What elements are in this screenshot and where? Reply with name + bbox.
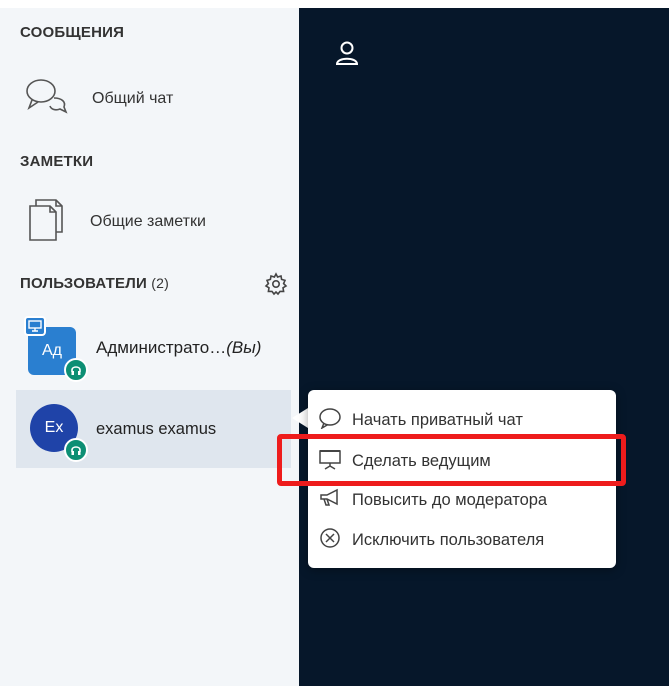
users-section-title: ПОЛЬЗОВАТЕЛИ (2) <box>20 275 169 292</box>
users-title-text: ПОЛЬЗОВАТЕЛИ <box>20 275 147 292</box>
notes-section-title: ЗАМЕТКИ <box>20 153 94 170</box>
user-row-admin[interactable]: Ад Администрато…(Вы) <box>16 312 291 390</box>
menu-item-remove-user[interactable]: Исключить пользователя <box>318 524 544 556</box>
user-icon[interactable] <box>335 40 359 71</box>
headset-icon <box>64 358 88 382</box>
shared-notes-label: Общие заметки <box>90 212 206 230</box>
chat-bubble-icon <box>318 407 352 434</box>
user-name-examus: examus examus <box>96 420 217 438</box>
menu-item-private-chat[interactable]: Начать приватный чат <box>318 404 523 436</box>
public-chat-item[interactable]: Общий чат <box>24 76 173 121</box>
users-count: (2) <box>151 275 170 291</box>
gear-icon[interactable] <box>264 272 288 301</box>
top-edge <box>0 0 669 8</box>
highlight-frame <box>277 434 626 486</box>
admin-name-text: Администрато… <box>96 338 227 357</box>
user-row-examus[interactable]: Ex examus examus <box>16 390 291 468</box>
avatar-examus-initials: Ex <box>44 419 64 436</box>
remove-user-label: Исключить пользователя <box>352 530 545 549</box>
user-name-admin: Администрато…(Вы) <box>96 338 261 358</box>
promote-moderator-label: Повысить до модератора <box>352 490 548 509</box>
private-chat-label: Начать приватный чат <box>352 410 523 429</box>
menu-item-promote-moderator[interactable]: Повысить до модератора <box>318 484 547 516</box>
avatar-admin-initials: Ад <box>41 342 62 359</box>
close-circle-icon <box>318 527 352 554</box>
megaphone-icon <box>318 487 352 514</box>
messages-section-title: СООБЩЕНИЯ <box>20 24 125 41</box>
document-icon <box>24 196 64 247</box>
menu-caret <box>292 408 308 428</box>
you-label: (Вы) <box>226 338 262 357</box>
public-chat-label: Общий чат <box>92 89 174 107</box>
shared-notes-item[interactable]: Общие заметки <box>24 196 206 247</box>
chat-bubbles-icon <box>24 76 70 121</box>
headset-icon <box>64 438 88 462</box>
presenter-icon <box>24 316 46 336</box>
main-panel <box>299 0 669 686</box>
